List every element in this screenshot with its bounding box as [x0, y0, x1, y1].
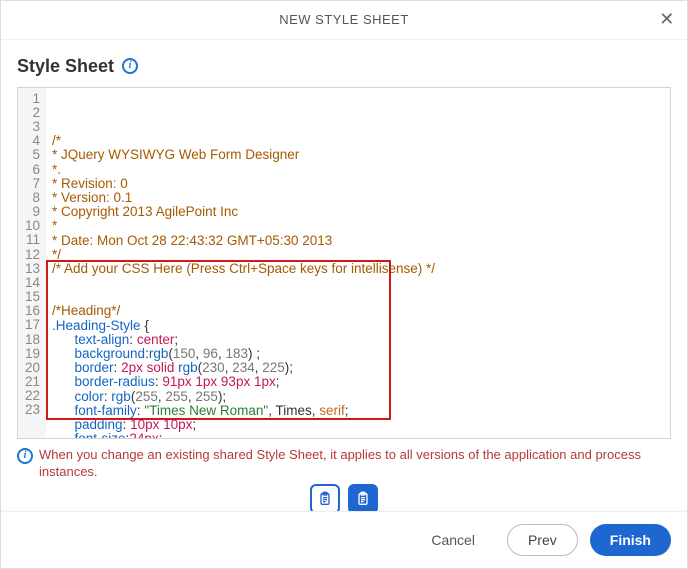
- warning-row: When you change an existing shared Style…: [17, 447, 671, 481]
- dialog-title: NEW STYLE SHEET: [279, 12, 409, 27]
- code-line[interactable]: border: 2px solid rgb(230, 234, 225);: [52, 361, 664, 375]
- editor-gutter: 1 2 3 4 5 6 7 8 9 10 11 12 13 14 15 16 1…: [18, 88, 46, 438]
- icon-row: [17, 480, 671, 511]
- css-editor[interactable]: 1 2 3 4 5 6 7 8 9 10 11 12 13 14 15 16 1…: [17, 87, 671, 439]
- code-line[interactable]: text-align: center;: [52, 333, 664, 347]
- code-line[interactable]: * Version: 0.1: [52, 191, 664, 205]
- info-icon[interactable]: [122, 58, 138, 74]
- code-line[interactable]: *.: [52, 163, 664, 177]
- code-line[interactable]: /* Add your CSS Here (Press Ctrl+Space k…: [52, 262, 664, 276]
- info-icon: [17, 448, 33, 464]
- code-line[interactable]: * Date: Mon Oct 28 22:43:32 GMT+05:30 20…: [52, 234, 664, 248]
- code-line[interactable]: *: [52, 219, 664, 233]
- clipboard-icon[interactable]: [348, 484, 378, 511]
- code-line[interactable]: font-family: "Times New Roman", Times, s…: [52, 404, 664, 418]
- code-line[interactable]: background:rgb(150, 96, 183) ;: [52, 347, 664, 361]
- section-title-row: Style Sheet: [17, 56, 671, 77]
- section-title: Style Sheet: [17, 56, 114, 77]
- code-line[interactable]: font-size:24px;: [52, 432, 664, 438]
- code-line[interactable]: */: [52, 248, 664, 262]
- code-line[interactable]: border-radius: 91px 1px 93px 1px;: [52, 375, 664, 389]
- editor-code[interactable]: /** JQuery WYSIWYG Web Form Designer*.* …: [46, 88, 670, 438]
- code-line[interactable]: /*: [52, 134, 664, 148]
- prev-button[interactable]: Prev: [507, 524, 578, 556]
- code-line[interactable]: * JQuery WYSIWYG Web Form Designer: [52, 148, 664, 162]
- finish-button[interactable]: Finish: [590, 524, 671, 556]
- dialog-body: Style Sheet 1 2 3 4 5 6 7 8 9 10 11 12 1…: [1, 40, 687, 511]
- close-icon[interactable]: ✕: [657, 10, 677, 30]
- dialog: NEW STYLE SHEET ✕ Style Sheet 1 2 3 4 5 …: [0, 0, 688, 569]
- code-line[interactable]: .Heading-Style {: [52, 319, 664, 333]
- code-line[interactable]: [52, 290, 664, 304]
- code-line[interactable]: [52, 276, 664, 290]
- clipboard-list-icon[interactable]: [310, 484, 340, 511]
- code-line[interactable]: padding: 10px 10px;: [52, 418, 664, 432]
- cancel-button[interactable]: Cancel: [411, 524, 495, 556]
- warning-text: When you change an existing shared Style…: [39, 447, 671, 481]
- titlebar: NEW STYLE SHEET ✕: [1, 1, 687, 40]
- code-line[interactable]: /*Heading*/: [52, 304, 664, 318]
- code-line[interactable]: color: rgb(255, 255, 255);: [52, 390, 664, 404]
- code-line[interactable]: * Copyright 2013 AgilePoint Inc: [52, 205, 664, 219]
- footer: Cancel Prev Finish: [1, 511, 687, 568]
- code-line[interactable]: * Revision: 0: [52, 177, 664, 191]
